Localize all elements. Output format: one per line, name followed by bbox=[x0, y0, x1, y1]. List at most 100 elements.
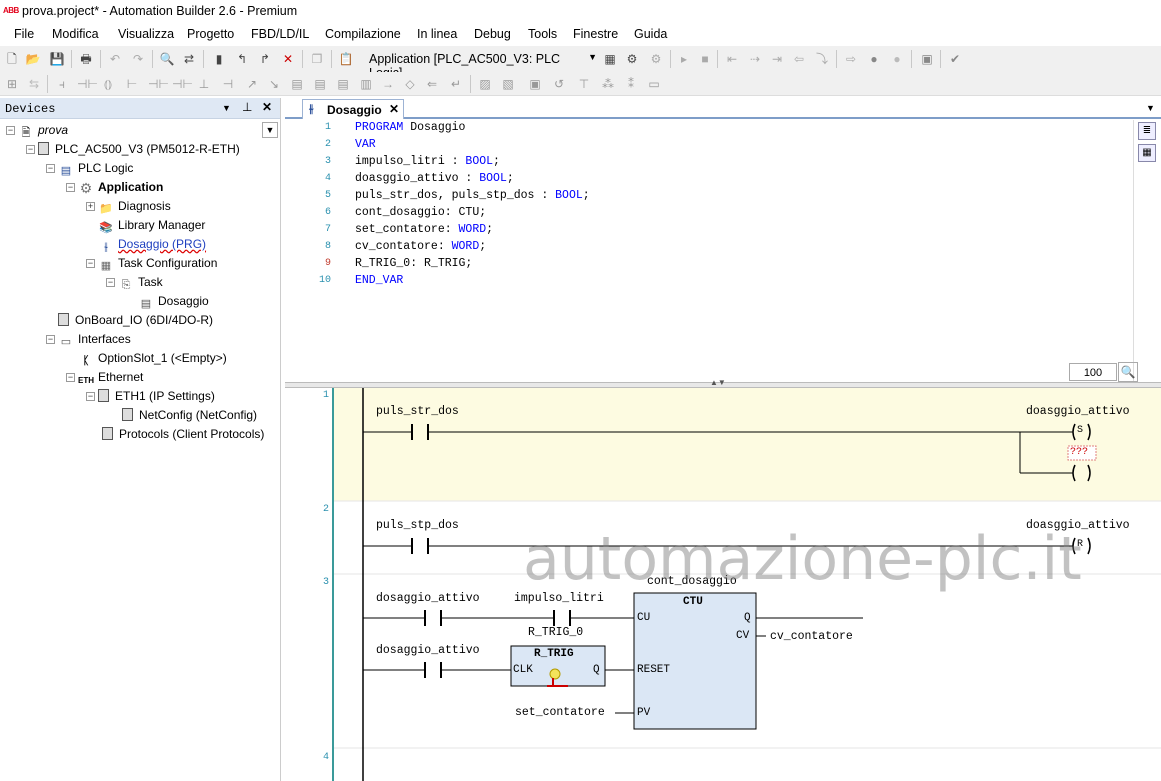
tree-node-optionslot[interactable]: ᛕ OptionSlot_1 (<Empty>) bbox=[78, 349, 227, 367]
tree-node-plc[interactable]: − PLC_AC500_V3 (PM5012-R-ETH) bbox=[26, 140, 240, 158]
collapse-icon[interactable]: − bbox=[86, 392, 95, 401]
build-icon[interactable]: ▦ bbox=[602, 51, 618, 67]
open-folder-icon[interactable]: 📂 bbox=[25, 51, 41, 67]
check-icon[interactable]: ✔ bbox=[947, 51, 963, 67]
insert-input-icon[interactable]: ◇ bbox=[402, 76, 418, 92]
contact-label[interactable]: dosaggio_attivo bbox=[376, 644, 480, 657]
tree-node-diagnosis[interactable]: + 📁 Diagnosis bbox=[86, 197, 171, 215]
ladder-editor[interactable]: 1 2 3 4 puls_str_dos doasggio_attivo S ?… bbox=[285, 388, 1161, 781]
replace-icon[interactable]: ⇄ bbox=[181, 51, 197, 67]
menu-in-linea[interactable]: In linea bbox=[417, 27, 457, 41]
run-to-cursor-icon[interactable]: ⤵ bbox=[814, 51, 830, 67]
breakpoint-icon[interactable]: ⇤ bbox=[724, 51, 740, 67]
contact-label[interactable]: dosaggio_attivo bbox=[376, 592, 480, 605]
collapse-icon[interactable]: − bbox=[46, 335, 55, 344]
tree-node-prova[interactable]: − 🗎 prova bbox=[6, 121, 68, 139]
code-line[interactable]: END_VAR bbox=[355, 274, 403, 287]
tab-dosaggio[interactable]: ⫳ Dosaggio ✕ bbox=[302, 99, 404, 119]
tree-node-dosaggio-call[interactable]: ▤ Dosaggio bbox=[138, 292, 209, 310]
write-values-icon[interactable]: ⇨ bbox=[843, 51, 859, 67]
zoom-level[interactable]: 100 bbox=[1069, 363, 1117, 381]
tree-node-dosaggio-prg[interactable]: ⫳ Dosaggio (PRG) bbox=[98, 235, 206, 253]
insert-label-icon[interactable]: ↵ bbox=[448, 76, 464, 92]
insert-falling-edge-icon[interactable]: ↘ bbox=[266, 76, 282, 92]
print-icon[interactable]: 🖶 bbox=[78, 51, 94, 67]
insert-contact-icon[interactable]: ⫞ bbox=[54, 76, 70, 92]
tree-node-task-configuration[interactable]: − ▦ Task Configuration bbox=[86, 254, 217, 272]
bookmark-icon[interactable]: ▮ bbox=[211, 51, 227, 67]
code-line[interactable]: cont_dosaggio: CTU; bbox=[355, 206, 486, 219]
declaration-editor[interactable]: 1 2 3 4 5 6 7 8 9 10 PROGRAM Dosaggio VAR impulso_l… bbox=[285, 120, 1161, 382]
update-parameters-icon[interactable]: ⊤ bbox=[576, 76, 592, 92]
collapse-icon[interactable]: − bbox=[106, 278, 115, 287]
code-line[interactable]: set_contatore: WORD; bbox=[355, 223, 493, 236]
insert-parallel-contact-icon[interactable]: ⊢ bbox=[124, 76, 140, 92]
trig-instance-label[interactable]: R_TRIG_0 bbox=[528, 626, 583, 639]
menu-fbd-ld-il[interactable]: FBD/LD/IL bbox=[251, 27, 309, 41]
insert-assignment-icon[interactable]: ▥ bbox=[358, 76, 374, 92]
contact-label[interactable]: puls_stp_dos bbox=[376, 519, 459, 532]
code-line[interactable]: PROGRAM Dosaggio bbox=[355, 121, 465, 134]
collapse-icon[interactable]: − bbox=[66, 373, 75, 382]
insert-reset-coil-icon[interactable]: ⊣⊢ bbox=[172, 76, 193, 92]
tree-node-ethernet[interactable]: − ETH Ethernet bbox=[66, 368, 143, 386]
tree-node-application[interactable]: − ⚙ Application bbox=[66, 178, 163, 196]
insert-jump-icon[interactable]: ⇆ bbox=[26, 76, 42, 92]
insert-set-coil-icon[interactable]: ⊣⊢ bbox=[148, 76, 169, 92]
insert-rising-edge-icon[interactable]: ↗ bbox=[244, 76, 260, 92]
zoom-icon[interactable]: 🔍 bbox=[1118, 362, 1138, 382]
application-combo[interactable]: Application [PLC_AC500_V3: PLC Logic] ▼ bbox=[363, 50, 601, 80]
set-reset-icon[interactable]: ▣ bbox=[527, 76, 543, 92]
pin-icon[interactable]: ⊥ bbox=[242, 100, 252, 114]
collapse-icon[interactable]: − bbox=[6, 126, 15, 135]
insert-network-icon[interactable]: ⊞ bbox=[4, 76, 20, 92]
negate-icon[interactable]: ▨ bbox=[477, 76, 493, 92]
insert-negated-coil-icon[interactable]: ⊣ bbox=[220, 76, 236, 92]
simulation-icon[interactable]: ▣ bbox=[919, 51, 935, 67]
step-over-icon[interactable]: ⇢ bbox=[747, 51, 763, 67]
insert-empty-box-icon[interactable]: ▤ bbox=[335, 76, 351, 92]
chevron-down-icon[interactable]: ▼ bbox=[1146, 103, 1155, 113]
menu-progetto[interactable]: Progetto bbox=[187, 27, 234, 41]
code-line[interactable]: puls_str_dos, puls_stp_dos : BOOL; bbox=[355, 189, 590, 202]
close-icon[interactable]: ✕ bbox=[262, 100, 272, 114]
insert-box-en-icon[interactable]: ▤ bbox=[312, 76, 328, 92]
redo-icon[interactable]: ↷ bbox=[130, 51, 146, 67]
next-bookmark-icon[interactable]: ↱ bbox=[257, 51, 273, 67]
contact-label[interactable]: puls_str_dos bbox=[376, 405, 459, 418]
find-icon[interactable]: 🔍 bbox=[159, 51, 175, 67]
tree-node-interfaces[interactable]: − ▭ Interfaces bbox=[46, 330, 131, 348]
menu-debug[interactable]: Debug bbox=[474, 27, 511, 41]
code-line[interactable]: impulso_litri : BOOL; bbox=[355, 155, 500, 168]
tree-node-task[interactable]: − ⎘ Task bbox=[106, 273, 163, 291]
tabular-view-icon[interactable]: ▦ bbox=[1138, 144, 1156, 162]
prev-bookmark-icon[interactable]: ↰ bbox=[234, 51, 250, 67]
collapse-icon[interactable]: − bbox=[66, 183, 75, 192]
insert-branch-icon[interactable]: ⊥ bbox=[196, 76, 212, 92]
collapse-icon[interactable]: − bbox=[46, 164, 55, 173]
tree-node-onboard-io[interactable]: OnBoard_IO (6DI/4DO-R) bbox=[58, 311, 213, 329]
collapse-icon[interactable]: − bbox=[26, 145, 35, 154]
menu-file[interactable]: File bbox=[14, 27, 34, 41]
code-line[interactable]: cv_contatore: WORD; bbox=[355, 240, 486, 253]
insert-output-icon[interactable]: → bbox=[380, 76, 396, 92]
new-project-icon[interactable]: 🗋 bbox=[4, 51, 20, 67]
menu-modifica[interactable]: Modifica bbox=[52, 27, 99, 41]
edge-detect-icon[interactable]: ▧ bbox=[500, 76, 516, 92]
logout-icon[interactable]: ⚙ bbox=[648, 51, 664, 67]
stop-icon[interactable]: ■ bbox=[697, 51, 713, 67]
menu-guida[interactable]: Guida bbox=[634, 27, 667, 41]
tree-node-protocols[interactable]: Protocols (Client Protocols) bbox=[102, 425, 264, 443]
comment-network-icon[interactable]: ▭ bbox=[646, 76, 662, 92]
unforce-icon[interactable]: ● bbox=[889, 51, 905, 67]
insert-return-icon[interactable]: ⇐ bbox=[424, 76, 440, 92]
step-into-icon[interactable]: ⇥ bbox=[769, 51, 785, 67]
tree-node-plc-logic[interactable]: − ▤ PLC Logic bbox=[46, 159, 133, 177]
insert-branch-end-icon[interactable]: ⁑ bbox=[623, 76, 639, 92]
copy-icon[interactable]: ❐ bbox=[309, 51, 325, 67]
code-line[interactable]: VAR bbox=[355, 138, 376, 151]
input-variable-label[interactable]: set_contatore bbox=[515, 706, 605, 719]
coil-label[interactable]: doasggio_attivo bbox=[1026, 405, 1130, 418]
tree-node-library-manager[interactable]: 📚 Library Manager bbox=[98, 216, 205, 234]
code-line[interactable]: R_TRIG_0: R_TRIG; bbox=[355, 257, 472, 270]
